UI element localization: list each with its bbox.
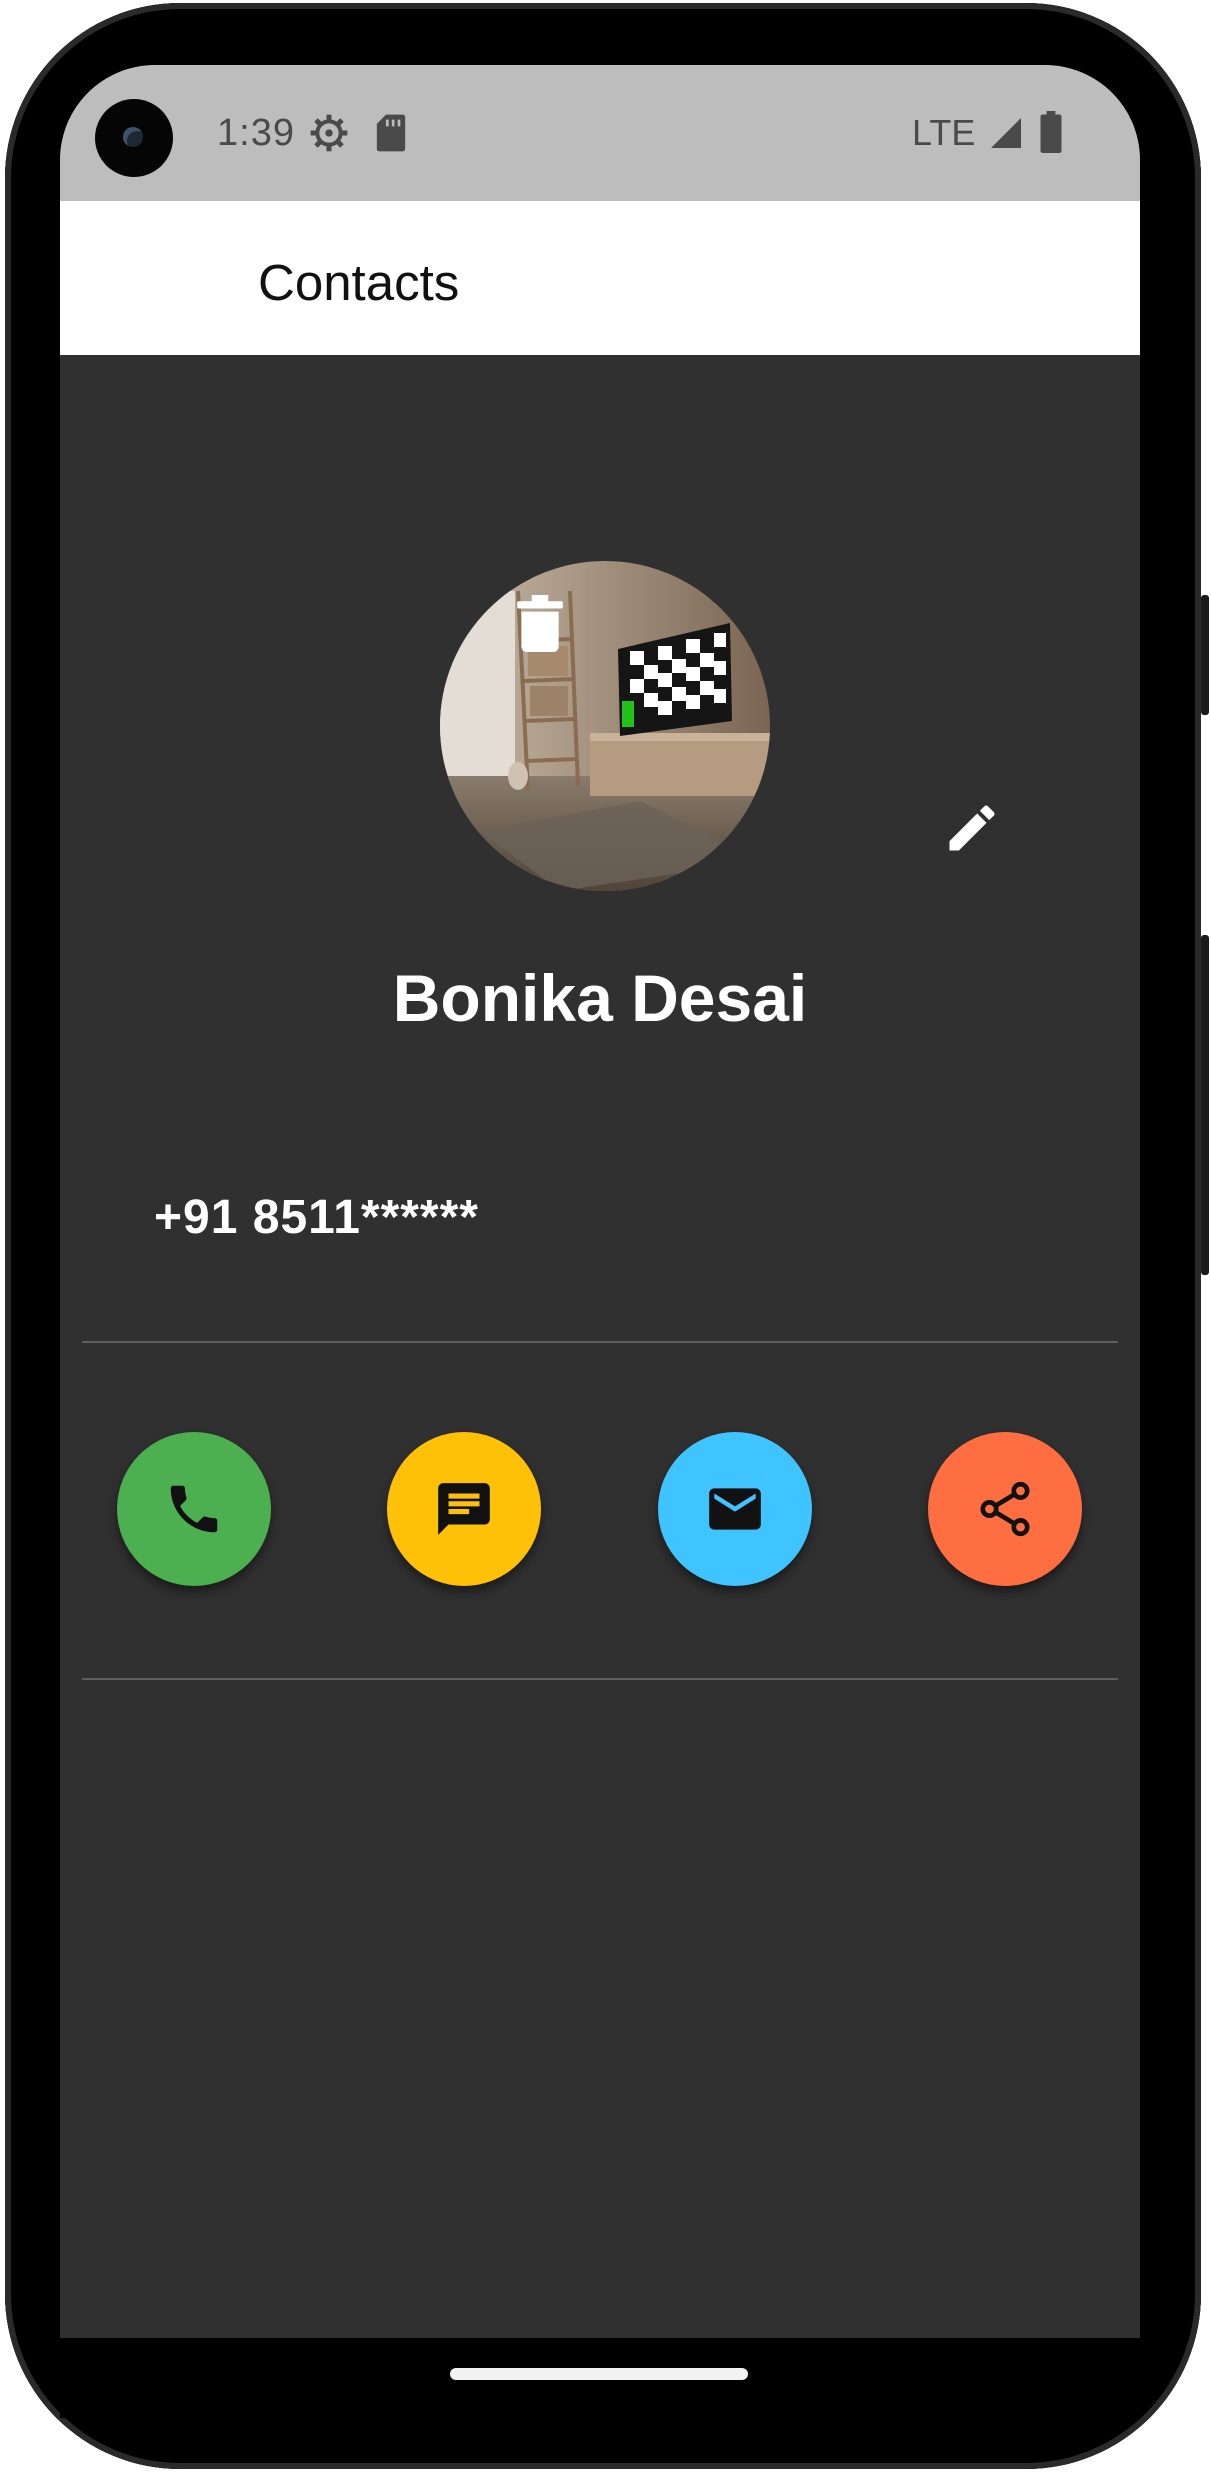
room-with-tv-photo	[440, 561, 770, 891]
message-button[interactable]	[387, 1432, 541, 1586]
phone-number: +91 8511******	[154, 1191, 479, 1244]
trash-icon[interactable]	[515, 595, 565, 653]
network-type: LTE	[912, 112, 976, 153]
message-icon	[438, 1483, 490, 1535]
email-button[interactable]	[658, 1432, 812, 1586]
pencil-icon[interactable]	[942, 798, 1002, 858]
sd-card-icon	[376, 114, 406, 152]
status-time: 1:39	[217, 112, 295, 154]
navigation-bar	[60, 2338, 1140, 2418]
power-button	[1201, 595, 1209, 715]
contact-name: Bonika Desai	[392, 961, 808, 1035]
battery-icon	[1040, 111, 1062, 153]
status-bar: 1:39 LTE	[60, 65, 1140, 201]
settings-gear-icon	[310, 114, 348, 152]
divider-bottom	[82, 1678, 1118, 1680]
contact-photo[interactable]	[440, 561, 770, 891]
page-title: Contacts	[258, 254, 460, 311]
phone-icon	[170, 1485, 218, 1533]
cell-signal-icon	[991, 118, 1021, 148]
mail-icon	[709, 1488, 761, 1530]
volume-button	[1201, 935, 1209, 1275]
share-icon	[980, 1481, 1030, 1537]
front-camera	[95, 99, 173, 177]
divider-top	[82, 1341, 1118, 1343]
home-gesture-handle[interactable]	[450, 2368, 748, 2380]
app-bar: Contacts	[60, 201, 1140, 355]
screen: 1:39 LTE Contacts Bonika Desai +91 8511*…	[60, 65, 1140, 2338]
share-button[interactable]	[928, 1432, 1082, 1586]
call-button[interactable]	[117, 1432, 271, 1586]
